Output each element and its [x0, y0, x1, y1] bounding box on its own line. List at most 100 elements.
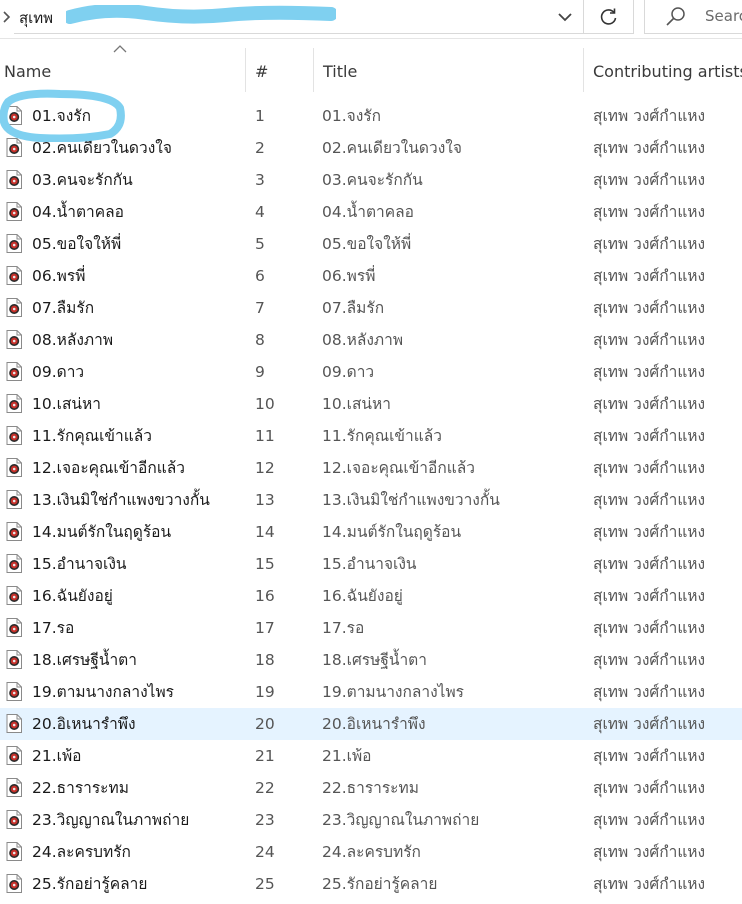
- file-row[interactable]: 09.ดาว 9 09.ดาว สุเทพ วงศ์กำแหง: [0, 356, 742, 388]
- file-row[interactable]: 04.น้ำตาคลอ 4 04.น้ำตาคลอ สุเทพ วงศ์กำแห…: [0, 196, 742, 228]
- track-artist: สุเทพ วงศ์กำแหง: [593, 651, 706, 669]
- track-number: 22: [255, 779, 275, 797]
- chevron-right-icon[interactable]: [0, 0, 14, 34]
- file-row[interactable]: 07.ลืมรัก 7 07.ลืมรัก สุเทพ วงศ์กำแหง: [0, 292, 742, 324]
- column-divider[interactable]: [313, 48, 314, 92]
- audio-file-icon: [6, 394, 22, 413]
- file-row[interactable]: 15.อำนาจเงิน 15 15.อำนาจเงิน สุเทพ วงศ์ก…: [0, 548, 742, 580]
- track-number: 15: [255, 555, 275, 573]
- file-row[interactable]: 19.ตามนางกลางไพร 19 19.ตามนางกลางไพร สุเ…: [0, 676, 742, 708]
- audio-file-icon: [6, 266, 22, 285]
- track-title: 02.คนเดียวในดวงใจ: [322, 139, 462, 157]
- file-row[interactable]: 16.ฉันยังอยู่ 16 16.ฉันยังอยู่ สุเทพ วงศ…: [0, 580, 742, 612]
- track-artist: สุเทพ วงศ์กำแหง: [593, 171, 706, 189]
- file-name: 02.คนเดียวในดวงใจ: [32, 139, 172, 157]
- file-row[interactable]: 24.ละครบทรัก 24 24.ละครบทรัก สุเทพ วงศ์ก…: [0, 836, 742, 868]
- file-name: 19.ตามนางกลางไพร: [32, 683, 174, 701]
- audio-file-icon: [6, 842, 22, 861]
- track-artist: สุเทพ วงศ์กำแหง: [593, 427, 706, 445]
- track-title: 17.รอ: [322, 619, 365, 637]
- search-box[interactable]: Search: [644, 0, 742, 34]
- track-title: 24.ละครบทรัก: [322, 843, 421, 861]
- search-icon: [666, 7, 685, 26]
- track-number: 5: [255, 235, 265, 253]
- audio-file-icon: [6, 234, 22, 253]
- file-name: 04.น้ำตาคลอ: [32, 203, 124, 221]
- audio-file-icon: [6, 106, 22, 125]
- refresh-icon: [600, 8, 616, 25]
- audio-file-icon: [6, 202, 22, 221]
- redaction-scribble: [66, 5, 336, 24]
- track-title: 09.ดาว: [322, 363, 375, 381]
- file-row[interactable]: 10.เสน่หา 10 10.เสน่หา สุเทพ วงศ์กำแหง: [0, 388, 742, 420]
- track-artist: สุเทพ วงศ์กำแหง: [593, 331, 706, 349]
- file-name: 01.จงรัก: [32, 107, 92, 125]
- track-number: 24: [255, 843, 275, 861]
- file-name: 13.เงินมิใช่กำแพงขวางกั้น: [32, 491, 210, 509]
- track-number: 9: [255, 363, 265, 381]
- refresh-button[interactable]: [584, 0, 634, 34]
- file-name: 18.เศรษฐีน้ำตา: [32, 651, 137, 669]
- track-artist: สุเทพ วงศ์กำแหง: [593, 747, 706, 765]
- file-row[interactable]: 06.พรพี่ 6 06.พรพี่ สุเทพ วงศ์กำแหง: [0, 260, 742, 292]
- track-number: 21: [255, 747, 275, 765]
- track-number: 4: [255, 203, 265, 221]
- file-row[interactable]: 25.รักอย่ารู้คลาย 25 25.รักอย่ารู้คลาย ส…: [0, 868, 742, 900]
- track-title: 01.จงรัก: [322, 107, 382, 125]
- address-bar[interactable]: สุเทพ: [14, 0, 584, 34]
- file-name: 20.อิเหนารำพึง: [32, 715, 136, 733]
- file-name: 16.ฉันยังอยู่: [32, 587, 113, 605]
- track-number: 2: [255, 139, 265, 157]
- track-artist: สุเทพ วงศ์กำแหง: [593, 555, 706, 573]
- track-number: 11: [255, 427, 275, 445]
- column-divider[interactable]: [245, 48, 246, 92]
- file-row[interactable]: 03.คนจะรักกัน 3 03.คนจะรักกัน สุเทพ วงศ์…: [0, 164, 742, 196]
- track-artist: สุเทพ วงศ์กำแหง: [593, 683, 706, 701]
- column-divider[interactable]: [583, 48, 584, 92]
- track-title: 10.เสน่หา: [322, 395, 391, 413]
- audio-file-icon: [6, 714, 22, 733]
- file-row[interactable]: 08.หลังภาพ 8 08.หลังภาพ สุเทพ วงศ์กำแหง: [0, 324, 742, 356]
- file-row[interactable]: 11.รักคุณเข้าแล้ว 11 11.รักคุณเข้าแล้ว ส…: [0, 420, 742, 452]
- chevron-down-icon[interactable]: [555, 7, 575, 27]
- file-row[interactable]: 05.ขอใจให้พี่ 5 05.ขอใจให้พี่ สุเทพ วงศ์…: [0, 228, 742, 260]
- file-row[interactable]: 13.เงินมิใช่กำแพงขวางกั้น 13 13.เงินมิใช…: [0, 484, 742, 516]
- audio-file-icon: [6, 778, 22, 797]
- column-header-artists[interactable]: Contributing artists: [593, 58, 742, 86]
- audio-file-icon: [6, 330, 22, 349]
- file-name: 10.เสน่หา: [32, 395, 101, 413]
- file-name: 17.รอ: [32, 619, 75, 637]
- file-name: 09.ดาว: [32, 363, 85, 381]
- track-number: 12: [255, 459, 275, 477]
- track-title: 22.ธาราระทม: [322, 779, 419, 797]
- track-artist: สุเทพ วงศ์กำแหง: [593, 203, 706, 221]
- file-row[interactable]: 12.เจอะคุณเข้าอีกแล้ว 12 12.เจอะคุณเข้าอ…: [0, 452, 742, 484]
- file-row[interactable]: 01.จงรัก 1 01.จงรัก สุเทพ วงศ์กำแหง: [0, 100, 742, 132]
- column-header-name[interactable]: Name: [4, 58, 51, 86]
- track-title: 04.น้ำตาคลอ: [322, 203, 414, 221]
- column-header-title[interactable]: Title: [323, 58, 357, 86]
- file-row[interactable]: 02.คนเดียวในดวงใจ 2 02.คนเดียวในดวงใจ สุ…: [0, 132, 742, 164]
- file-name: 12.เจอะคุณเข้าอีกแล้ว: [32, 459, 185, 477]
- track-title: 14.มนต์รักในฤดูร้อน: [322, 523, 462, 541]
- file-row[interactable]: 17.รอ 17 17.รอ สุเทพ วงศ์กำแหง: [0, 612, 742, 644]
- file-row[interactable]: 14.มนต์รักในฤดูร้อน 14 14.มนต์รักในฤดูร้…: [0, 516, 742, 548]
- file-name: 03.คนจะรักกัน: [32, 171, 133, 189]
- track-artist: สุเทพ วงศ์กำแหง: [593, 107, 706, 125]
- audio-file-icon: [6, 618, 22, 637]
- file-row[interactable]: 23.วิญญาณในภาพถ่าย 23 23.วิญญาณในภาพถ่าย…: [0, 804, 742, 836]
- track-number: 1: [255, 107, 265, 125]
- file-row[interactable]: 20.อิเหนารำพึง 20 20.อิเหนารำพึง สุเทพ ว…: [0, 708, 742, 740]
- column-header-number[interactable]: #: [255, 58, 268, 86]
- audio-file-icon: [6, 138, 22, 157]
- file-row[interactable]: 21.เพ้อ 21 21.เพ้อ สุเทพ วงศ์กำแหง: [0, 740, 742, 772]
- track-number: 18: [255, 651, 275, 669]
- track-number: 3: [255, 171, 265, 189]
- file-name: 23.วิญญาณในภาพถ่าย: [32, 811, 190, 829]
- file-row[interactable]: 22.ธาราระทม 22 22.ธาราระทม สุเทพ วงศ์กำแ…: [0, 772, 742, 804]
- file-name: 21.เพ้อ: [32, 747, 82, 765]
- audio-file-icon: [6, 554, 22, 573]
- audio-file-icon: [6, 874, 22, 893]
- file-row[interactable]: 18.เศรษฐีน้ำตา 18 18.เศรษฐีน้ำตา สุเทพ ว…: [0, 644, 742, 676]
- file-name: 11.รักคุณเข้าแล้ว: [32, 427, 152, 445]
